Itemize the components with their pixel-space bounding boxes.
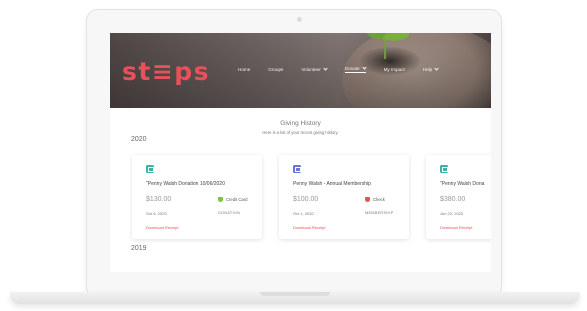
card-icon <box>146 165 154 173</box>
payment-method-label: Check <box>373 197 385 202</box>
card-icon <box>293 165 301 173</box>
download-receipt-link[interactable]: Download Receipt <box>146 225 178 230</box>
card-date: Jun 22, 2020 <box>440 211 464 216</box>
camera-dot <box>297 17 302 22</box>
nav-label: Help <box>422 67 433 72</box>
giving-card[interactable]: "Penny Walsh Dona $380.00 Jun 22, 2020 D… <box>426 155 491 239</box>
nav-item-groups[interactable]: Groups <box>268 67 283 72</box>
nav-item-home[interactable]: Home <box>238 67 250 72</box>
nav-label: My Impact <box>383 67 405 72</box>
nav-item-donate[interactable]: Donate <box>344 65 367 73</box>
nav-label: Home <box>238 67 251 72</box>
chevron-down-icon <box>323 66 328 71</box>
card-type: MEMBERSHIP <box>365 211 394 215</box>
nav-label: Groups <box>268 67 284 72</box>
giving-card[interactable]: "Penny Walsh Donation 10/06/2020 $130.00… <box>132 155 262 239</box>
shield-icon <box>218 197 223 202</box>
page-title: Giving History <box>280 120 321 127</box>
card-title: "Penny Walsh Dona <box>440 181 485 187</box>
laptop-base-notch <box>260 292 330 296</box>
payment-method-label: Credit Card <box>226 197 248 202</box>
download-receipt-link[interactable]: Download Receipt <box>293 225 325 230</box>
hero-banner: st≡ps Home Groups Volunteer Donate My Im… <box>110 33 491 108</box>
nav-label: Volunteer <box>301 67 321 72</box>
card-icon <box>440 165 448 173</box>
laptop-mockup: st≡ps Home Groups Volunteer Donate My Im… <box>0 0 587 311</box>
page-subtitle: Here is a list of your recent giving his… <box>262 130 339 135</box>
nav-label: Donate <box>344 66 360 71</box>
card-title: "Penny Walsh Donation 10/06/2020 <box>146 181 225 187</box>
nav-item-my-impact[interactable]: My Impact <box>384 67 405 72</box>
payment-method: Credit Card <box>218 197 247 202</box>
card-date: Oct 1, 2020 <box>293 211 314 216</box>
nav-item-volunteer[interactable]: Volunteer <box>301 66 328 72</box>
card-title: Penny Walsh - Annual Membership <box>293 181 371 187</box>
card-date: Oct 6, 2020 <box>146 211 167 216</box>
chevron-down-icon <box>434 66 439 71</box>
main-nav: Home Groups Volunteer Donate My Impact H… <box>238 65 456 73</box>
steps-logo[interactable]: st≡ps <box>122 57 210 86</box>
check-icon <box>365 197 370 202</box>
nav-item-help[interactable]: Help <box>422 66 439 72</box>
download-receipt-link[interactable]: Download Receipt <box>440 225 472 230</box>
app-screen: st≡ps Home Groups Volunteer Donate My Im… <box>110 33 491 272</box>
giving-card[interactable]: Penny Walsh - Annual Membership $100.00 … <box>279 155 409 239</box>
card-type: DONATION <box>218 211 241 215</box>
card-amount: $100.00 <box>293 196 319 203</box>
year-heading-2020: 2020 <box>131 136 147 143</box>
year-heading-2019: 2019 <box>131 245 147 252</box>
card-amount: $380.00 <box>440 196 466 203</box>
chevron-down-icon <box>361 65 367 70</box>
payment-method: Check <box>365 197 385 202</box>
card-amount: $130.00 <box>146 196 172 203</box>
